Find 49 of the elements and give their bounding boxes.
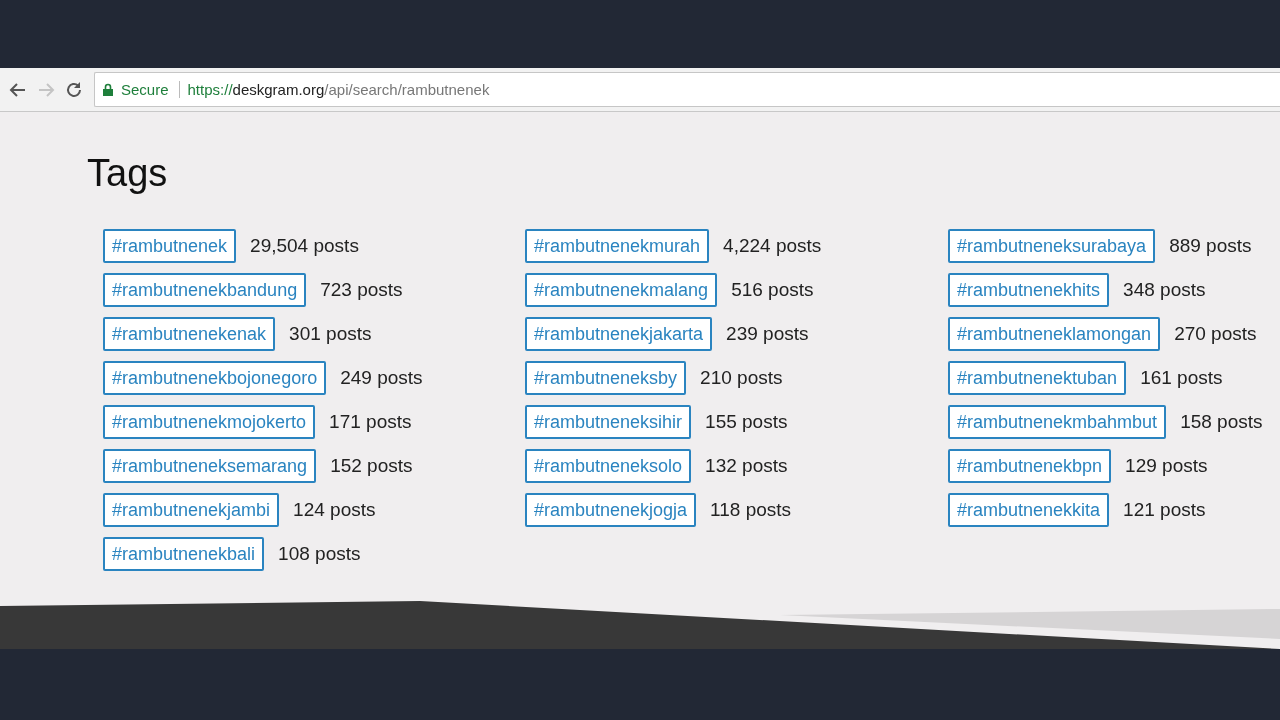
post-count: 132 posts	[705, 455, 788, 477]
hashtag-link[interactable]: #rambutnenekjakarta	[525, 317, 713, 351]
post-count: 155 posts	[705, 411, 788, 433]
hashtag-link[interactable]: #rambutnenekjambi	[103, 493, 280, 527]
post-count: 129 posts	[1125, 455, 1208, 477]
hashtag-link[interactable]: #rambutnenektuban	[948, 361, 1127, 395]
url-text: https://deskgram.org/api/search/rambutnenek	[187, 81, 490, 98]
address-bar[interactable]: Secure https://deskgram.org/api/search/rambutnenek	[94, 72, 1280, 107]
hashtag-link[interactable]: #rambutnenekhits	[948, 273, 1110, 307]
post-count: 108 posts	[278, 543, 361, 565]
post-count: 124 posts	[293, 499, 376, 521]
post-count: 348 posts	[1123, 279, 1206, 301]
hashtag-link[interactable]: #rambutnenekbali	[103, 537, 265, 571]
post-count: 301 posts	[289, 323, 372, 345]
hashtag-link[interactable]: #rambutnenekmalang	[525, 273, 718, 307]
post-count: 118 posts	[710, 499, 792, 521]
post-count: 723 posts	[320, 279, 403, 301]
hashtag-link[interactable]: #rambutneneksby	[525, 361, 687, 395]
hashtag-link[interactable]: #rambutneneklamongan	[948, 317, 1161, 351]
hashtag-link[interactable]: #rambutnenekbpn	[948, 449, 1112, 483]
hashtag-link[interactable]: #rambutneneksihir	[525, 405, 692, 439]
post-count: 239 posts	[726, 323, 809, 345]
hashtag-link[interactable]: #rambutnenekjogja	[525, 493, 697, 527]
hashtag-link[interactable]: #rambutnenekenak	[103, 317, 276, 351]
post-count: 516 posts	[731, 279, 814, 301]
post-count: 210 posts	[700, 367, 783, 389]
hashtag-link[interactable]: #rambutneneksemarang	[103, 449, 317, 483]
hashtag-link[interactable]: #rambutnenekmojokerto	[103, 405, 316, 439]
post-count: 889 posts	[1169, 235, 1252, 257]
hashtag-link[interactable]: #rambutnenek	[103, 229, 237, 263]
lock-icon	[103, 83, 113, 96]
post-count: 249 posts	[340, 367, 423, 389]
hashtag-link[interactable]: #rambutnenekmurah	[525, 229, 710, 263]
secure-label: Secure	[121, 81, 180, 98]
post-count: 158 posts	[1180, 411, 1263, 433]
hashtag-link[interactable]: #rambutnenekmbahmbut	[948, 405, 1167, 439]
post-count: 4,224 posts	[723, 235, 822, 257]
hashtag-link[interactable]: #rambutnenekbojonegoro	[103, 361, 327, 395]
hashtag-link[interactable]: #rambutneneksurabaya	[948, 229, 1156, 263]
post-count: 152 posts	[330, 455, 413, 477]
post-count: 161 posts	[1140, 367, 1223, 389]
hashtag-link[interactable]: #rambutnenekbandung	[103, 273, 307, 307]
hashtag-link[interactable]: #rambutneneksolo	[525, 449, 692, 483]
post-count: 270 posts	[1174, 323, 1257, 345]
post-count: 29,504 posts	[250, 235, 359, 257]
hashtag-link[interactable]: #rambutnenekkita	[948, 493, 1110, 527]
post-count: 121 posts	[1123, 499, 1206, 521]
page-heading: Tags	[87, 152, 169, 195]
post-count: 171 posts	[329, 411, 412, 433]
